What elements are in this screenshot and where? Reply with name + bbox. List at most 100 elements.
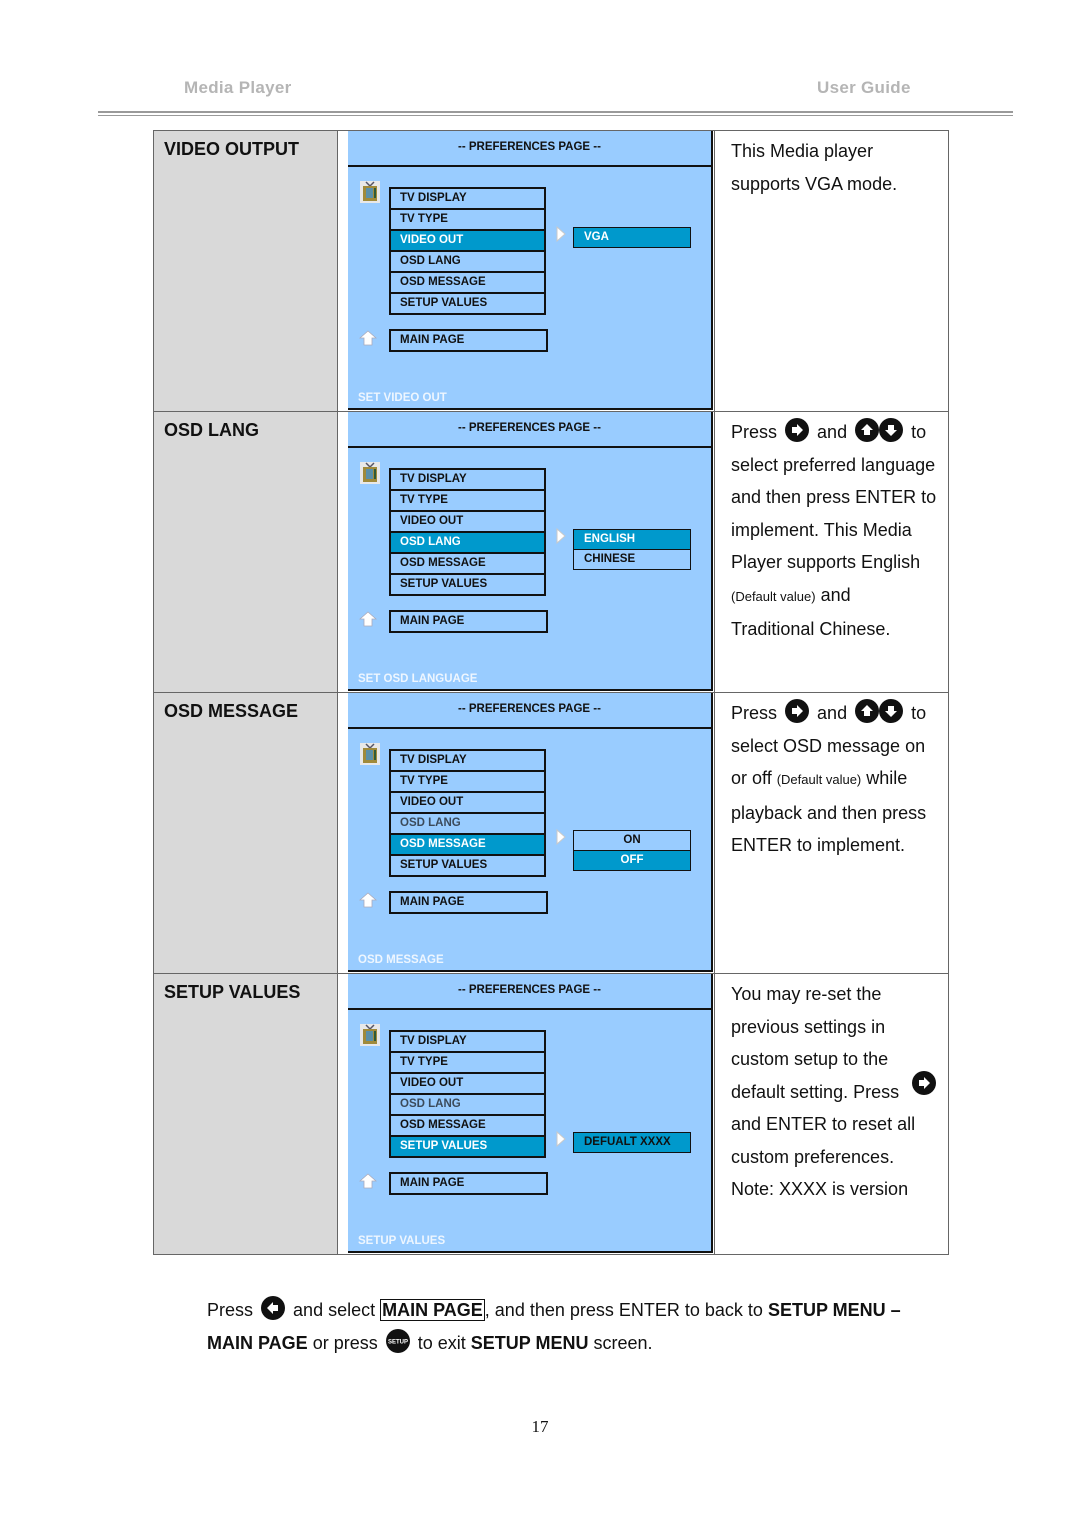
menu-item-tv-display[interactable]: TV DISPLAY <box>389 749 546 772</box>
description-line: You may re-set the <box>731 984 882 1004</box>
right-arrow-button-icon <box>912 1070 936 1095</box>
description-text: You may re-set the previous settings in … <box>731 978 943 1206</box>
menu-item-tv-type[interactable]: TV TYPE <box>389 491 546 512</box>
text-or-press: or press <box>312 1333 378 1353</box>
menu-item-osd-message[interactable]: OSD MESSAGE <box>389 835 546 856</box>
main-page-highlight: MAIN PAGE <box>380 1299 485 1321</box>
text-main-page: MAIN PAGE <box>207 1333 308 1353</box>
menu-item-tv-type[interactable]: TV TYPE <box>389 1053 546 1074</box>
screen-title: -- PREFERENCES PAGE -- <box>458 141 601 153</box>
description-line: and then press ENTER to <box>731 487 937 507</box>
menu-item-video-out[interactable]: VIDEO OUT <box>389 793 546 814</box>
footer-line-2: MAIN PAGE or press SETUP to exit SETUP M… <box>207 1327 967 1360</box>
header-title-right: User Guide <box>817 78 911 97</box>
menu-item-tv-display[interactable]: TV DISPLAY <box>389 468 546 491</box>
options-list: DEFUALT XXXX <box>573 1132 691 1153</box>
text-setup-menu: SETUP MENU – <box>767 1300 901 1320</box>
menu-item-setup-values[interactable]: SETUP VALUES <box>389 1137 546 1158</box>
row-setup-values: SETUP VALUES -- PREFERENCES PAGE -- TV D… <box>153 973 949 1255</box>
screenshot-cell: -- PREFERENCES PAGE -- TV DISPLAY TV TYP… <box>337 411 715 693</box>
options-list: ON OFF <box>573 830 691 871</box>
row-label: SETUP VALUES <box>164 982 301 1002</box>
options-list: VGA <box>573 227 691 248</box>
screen-status: OSD MESSAGE <box>358 954 444 966</box>
description-text: Press and to select preferred language a… <box>731 416 943 646</box>
right-arrow-button-icon <box>785 699 810 724</box>
left-arrow-button-icon <box>261 1296 286 1321</box>
row-osd-lang: OSD LANG -- PREFERENCES PAGE -- TV DISPL… <box>153 411 949 693</box>
option-vga[interactable]: VGA <box>573 227 691 248</box>
option-default[interactable]: DEFUALT XXXX <box>573 1132 691 1153</box>
option-chinese[interactable]: CHINESE <box>573 550 691 570</box>
tv-icon <box>360 1024 380 1046</box>
text-and: and <box>817 422 848 442</box>
settings-table: VIDEO OUTPUT -- PREFERENCES PAGE -- TV D… <box>153 130 949 1255</box>
menu-item-tv-type[interactable]: TV TYPE <box>389 210 546 231</box>
description-cell: Press and to select OSD message on or of… <box>714 692 949 974</box>
screen-title: -- PREFERENCES PAGE -- <box>458 422 601 434</box>
description-cell: This Media player supports VGA mode. <box>714 130 949 412</box>
main-page-button[interactable]: MAIN PAGE <box>389 891 548 914</box>
option-off[interactable]: OFF <box>573 851 691 871</box>
text-default-setting: default setting. Press <box>731 1081 900 1102</box>
description-line: ENTER to implement. <box>731 835 906 855</box>
default-value-note: (Default value) <box>776 772 862 787</box>
tv-icon <box>360 462 380 484</box>
description-text: Press and to select OSD message on or of… <box>731 697 943 862</box>
description-line: select OSD message on <box>731 735 926 756</box>
text-while: while <box>866 768 908 788</box>
option-english[interactable]: ENGLISH <box>573 529 691 550</box>
menu-item-video-out[interactable]: VIDEO OUT <box>389 1074 546 1095</box>
main-page-button[interactable]: MAIN PAGE <box>389 1172 548 1195</box>
row-label: VIDEO OUTPUT <box>164 139 300 159</box>
setup-button-icon: SETUP <box>385 1329 410 1354</box>
menu-item-setup-values[interactable]: SETUP VALUES <box>389 575 546 596</box>
text-then-back: , and then press ENTER to back to <box>484 1300 763 1320</box>
screen-title: -- PREFERENCES PAGE -- <box>458 984 601 996</box>
description-line: implement. This Media <box>731 519 912 540</box>
menu-item-tv-type[interactable]: TV TYPE <box>389 772 546 793</box>
options-list: ENGLISH CHINESE <box>573 529 691 570</box>
text-to: to <box>911 703 927 723</box>
row-label-cell: OSD LANG <box>153 411 338 693</box>
text-and: and <box>820 584 851 605</box>
screen-status: SET OSD LANGUAGE <box>358 673 478 685</box>
menu-item-osd-lang[interactable]: OSD LANG <box>389 1095 546 1116</box>
menu-item-video-out[interactable]: VIDEO OUT <box>389 512 546 533</box>
preferences-menu: TV DISPLAY TV TYPE VIDEO OUT OSD LANG OS… <box>389 749 546 877</box>
description-line: default setting. Press <box>731 1070 943 1109</box>
description-line: Note: XXXX is version <box>731 1179 909 1199</box>
preferences-menu: TV DISPLAY TV TYPE VIDEO OUT OSD LANG OS… <box>389 1030 546 1158</box>
text-to-exit: to exit <box>417 1333 466 1353</box>
description-line: select preferred language <box>731 454 936 475</box>
text-and-select: and select <box>293 1300 376 1320</box>
screenshot-cell: -- PREFERENCES PAGE -- TV DISPLAY TV TYP… <box>337 692 715 974</box>
row-label: OSD MESSAGE <box>164 701 299 721</box>
description-cell: You may re-set the previous settings in … <box>714 973 949 1255</box>
menu-item-osd-lang[interactable]: OSD LANG <box>389 814 546 835</box>
menu-item-tv-display[interactable]: TV DISPLAY <box>389 187 546 210</box>
description-line: or off (Default value) while <box>731 762 943 797</box>
row-label-cell: VIDEO OUTPUT <box>153 130 338 412</box>
footer-line-1: Press and select MAIN PAGE, and then pre… <box>207 1294 967 1327</box>
description-line: Press and to <box>731 697 943 730</box>
option-on[interactable]: ON <box>573 830 691 851</box>
menu-item-tv-display[interactable]: TV DISPLAY <box>389 1030 546 1053</box>
text-and: and <box>817 703 848 723</box>
footer-instructions: Press and select MAIN PAGE, and then pre… <box>207 1294 967 1360</box>
menu-item-osd-lang[interactable]: OSD LANG <box>389 252 546 273</box>
description-line: supports VGA mode. <box>731 173 898 194</box>
menu-item-osd-message[interactable]: OSD MESSAGE <box>389 273 546 294</box>
menu-item-video-out[interactable]: VIDEO OUT <box>389 231 546 252</box>
menu-item-setup-values[interactable]: SETUP VALUES <box>389 294 546 315</box>
menu-item-osd-message[interactable]: OSD MESSAGE <box>389 1116 546 1137</box>
main-page-button[interactable]: MAIN PAGE <box>389 329 548 352</box>
menu-item-osd-message[interactable]: OSD MESSAGE <box>389 554 546 575</box>
menu-item-osd-lang[interactable]: OSD LANG <box>389 533 546 554</box>
main-page-button[interactable]: MAIN PAGE <box>389 610 548 633</box>
text-press: Press <box>207 1300 254 1320</box>
page-number: 17 <box>531 1417 549 1436</box>
row-video-output: VIDEO OUTPUT -- PREFERENCES PAGE -- TV D… <box>153 130 949 412</box>
row-label-cell: OSD MESSAGE <box>153 692 338 974</box>
menu-item-setup-values[interactable]: SETUP VALUES <box>389 856 546 877</box>
